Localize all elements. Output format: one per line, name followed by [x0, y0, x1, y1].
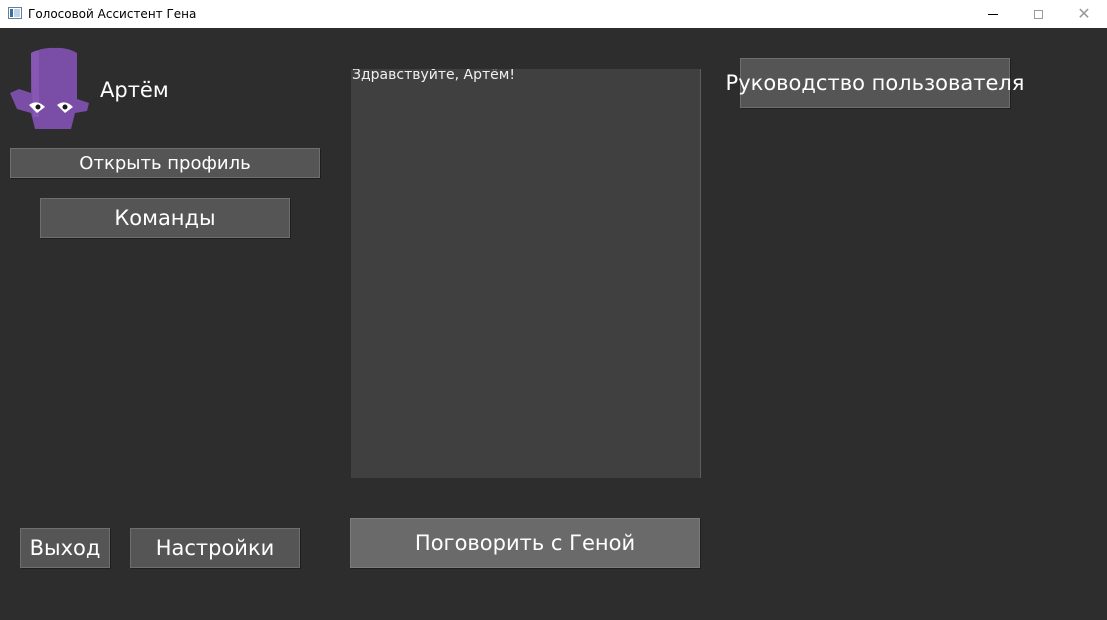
purple-mascot-icon	[10, 47, 89, 129]
chat-message: Здравствуйте, Артём!	[352, 69, 515, 83]
maximize-icon	[1033, 9, 1043, 19]
title-bar[interactable]: Голосовой Ассистент Гена ✕	[0, 0, 1107, 28]
exit-button[interactable]: Выход	[20, 528, 110, 568]
username-label: Артём	[100, 78, 169, 102]
settings-button[interactable]: Настройки	[130, 528, 300, 568]
maximize-button[interactable]	[1015, 0, 1061, 28]
chat-log[interactable]: Здравствуйте, Артём!	[351, 69, 701, 478]
talk-to-gena-button[interactable]: Поговорить с Геной	[350, 518, 700, 568]
app-window-icon	[8, 7, 22, 19]
minimize-button[interactable]	[970, 0, 1016, 28]
user-manual-button[interactable]: Руководство пользователя	[726, 58, 1024, 108]
close-button[interactable]: ✕	[1061, 0, 1107, 28]
minimize-icon	[988, 13, 998, 15]
open-profile-button[interactable]: Открыть профиль	[10, 148, 320, 178]
window-title: Голосовой Ассистент Гена	[28, 7, 197, 21]
close-icon: ✕	[1077, 4, 1091, 23]
commands-button[interactable]: Команды	[40, 198, 290, 238]
